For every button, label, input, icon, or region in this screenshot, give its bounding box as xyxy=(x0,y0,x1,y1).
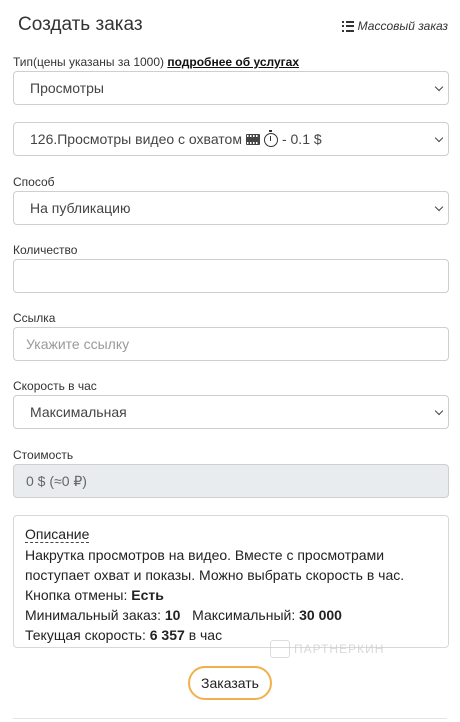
header: Создать заказ Массовый заказ xyxy=(18,14,448,42)
cancel-label: Кнопка отмены: xyxy=(25,587,128,603)
type-select[interactable]: Просмотры xyxy=(13,71,449,105)
film-icon xyxy=(245,133,260,145)
limits-line: Минимальный заказ: 10 Максимальный: 30 0… xyxy=(25,605,437,625)
order-button[interactable]: Заказать xyxy=(188,666,272,700)
cost-value: 0 $ (≈0 ₽) xyxy=(26,472,87,489)
link-label: Ссылка xyxy=(13,311,56,325)
speed-select[interactable]: Максимальная xyxy=(13,395,449,429)
method-select-value: На публикацию xyxy=(30,200,131,216)
list-icon xyxy=(341,20,354,32)
page-title: Создать заказ xyxy=(18,14,143,35)
cancel-line: Кнопка отмены: Есть xyxy=(25,585,437,605)
speed-info-value: 6 357 xyxy=(149,627,185,643)
service-select[interactable]: 126.Просмотры видео с охватом - 0.1 $ xyxy=(13,122,449,156)
link-input[interactable]: Укажите ссылку xyxy=(13,327,449,361)
cost-field: 0 $ (≈0 ₽) xyxy=(13,464,449,498)
quantity-input[interactable] xyxy=(13,259,449,293)
max-value: 30 000 xyxy=(299,607,342,623)
min-value: 10 xyxy=(164,607,181,623)
watermark-text: ПАРТНЕРКИН xyxy=(294,642,385,656)
mass-order-label: Массовый заказ xyxy=(357,19,448,33)
cost-label: Стоимость xyxy=(13,448,74,462)
method-label: Способ xyxy=(13,175,55,189)
quantity-label: Количество xyxy=(13,243,78,257)
speed-info-unit: в час xyxy=(188,627,223,643)
stopwatch-icon xyxy=(263,130,278,147)
cancel-value: Есть xyxy=(131,587,164,603)
max-label: Максимальный: xyxy=(192,607,296,623)
type-label-text: Тип(цены указаны за 1000) xyxy=(13,55,165,69)
speed-select-value: Максимальная xyxy=(30,404,127,420)
mass-order-link[interactable]: Массовый заказ xyxy=(341,19,448,33)
min-label: Минимальный заказ: xyxy=(25,607,161,623)
speed-label: Скорость в час xyxy=(13,379,97,393)
watermark-icon xyxy=(270,640,290,658)
speed-info-label: Текущая скорость: xyxy=(25,627,146,643)
description-title[interactable]: Описание xyxy=(25,526,90,543)
link-placeholder: Укажите ссылку xyxy=(26,336,130,352)
service-price: - 0.1 $ xyxy=(281,131,322,147)
service-name: 126.Просмотры видео с охватом xyxy=(30,131,242,147)
type-label: Тип(цены указаны за 1000) подробнее об у… xyxy=(13,55,299,69)
watermark: ПАРТНЕРКИН xyxy=(270,640,384,658)
services-info-link[interactable]: подробнее об услугах xyxy=(167,55,299,69)
type-select-value: Просмотры xyxy=(30,80,104,96)
method-select[interactable]: На публикацию xyxy=(13,191,449,225)
description-box: Описание Накрутка просмотров на видео. В… xyxy=(13,515,449,648)
description-text: Накрутка просмотров на видео. Вместе с п… xyxy=(25,547,405,583)
service-select-value: 126.Просмотры видео с охватом - 0.1 $ xyxy=(30,130,322,147)
divider xyxy=(13,718,447,719)
